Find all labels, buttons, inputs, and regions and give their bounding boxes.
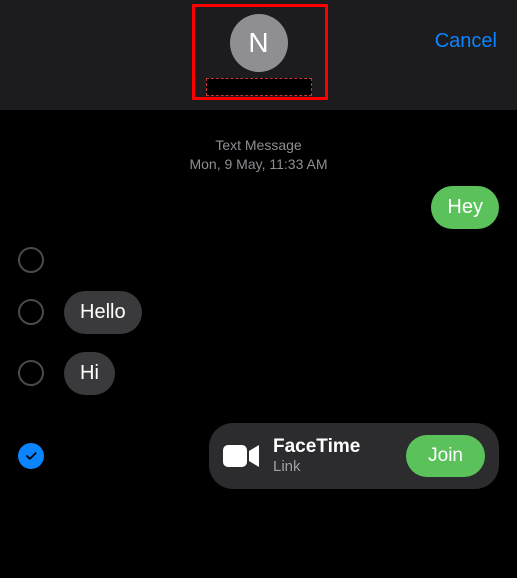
select-message-toggle[interactable] [18, 360, 44, 386]
outgoing-message-bubble[interactable]: Hey [431, 186, 499, 229]
message-row: Hi [18, 352, 499, 395]
facetime-subtitle: Link [273, 458, 392, 475]
incoming-message-bubble[interactable]: Hello [64, 291, 142, 334]
cancel-button[interactable]: Cancel [435, 30, 497, 53]
message-row [18, 247, 499, 273]
message-text: Hey [447, 196, 483, 218]
message-row: FaceTime Link Join [18, 423, 499, 489]
select-message-toggle[interactable] [18, 299, 44, 325]
message-type-label: Text Message [0, 136, 517, 155]
message-text: Hello [80, 301, 126, 323]
join-button[interactable]: Join [406, 435, 485, 477]
message-list: Hey Hello Hi FaceTime Link Join [0, 174, 517, 489]
incoming-message-bubble[interactable]: Hi [64, 352, 115, 395]
select-message-toggle[interactable] [18, 247, 44, 273]
message-row: Hello [18, 291, 499, 334]
facetime-icon [223, 443, 259, 469]
facetime-text: FaceTime Link [273, 436, 392, 475]
contact-name-redacted [206, 78, 312, 96]
checkmark-icon [24, 449, 38, 463]
message-row: Hey [18, 186, 499, 229]
avatar-initial: N [248, 27, 268, 59]
message-date: Mon, 9 May, [189, 156, 269, 172]
message-text: Hi [80, 362, 99, 384]
message-time: 11:33 AM [269, 156, 327, 172]
facetime-link-card[interactable]: FaceTime Link Join [209, 423, 499, 489]
contact-avatar[interactable]: N [230, 14, 288, 72]
timestamp-row: Text Message Mon, 9 May, 11:33 AM [0, 136, 517, 174]
select-message-toggle[interactable] [18, 443, 44, 469]
facetime-title: FaceTime [273, 436, 392, 458]
conversation-header: N Cancel [0, 0, 517, 110]
